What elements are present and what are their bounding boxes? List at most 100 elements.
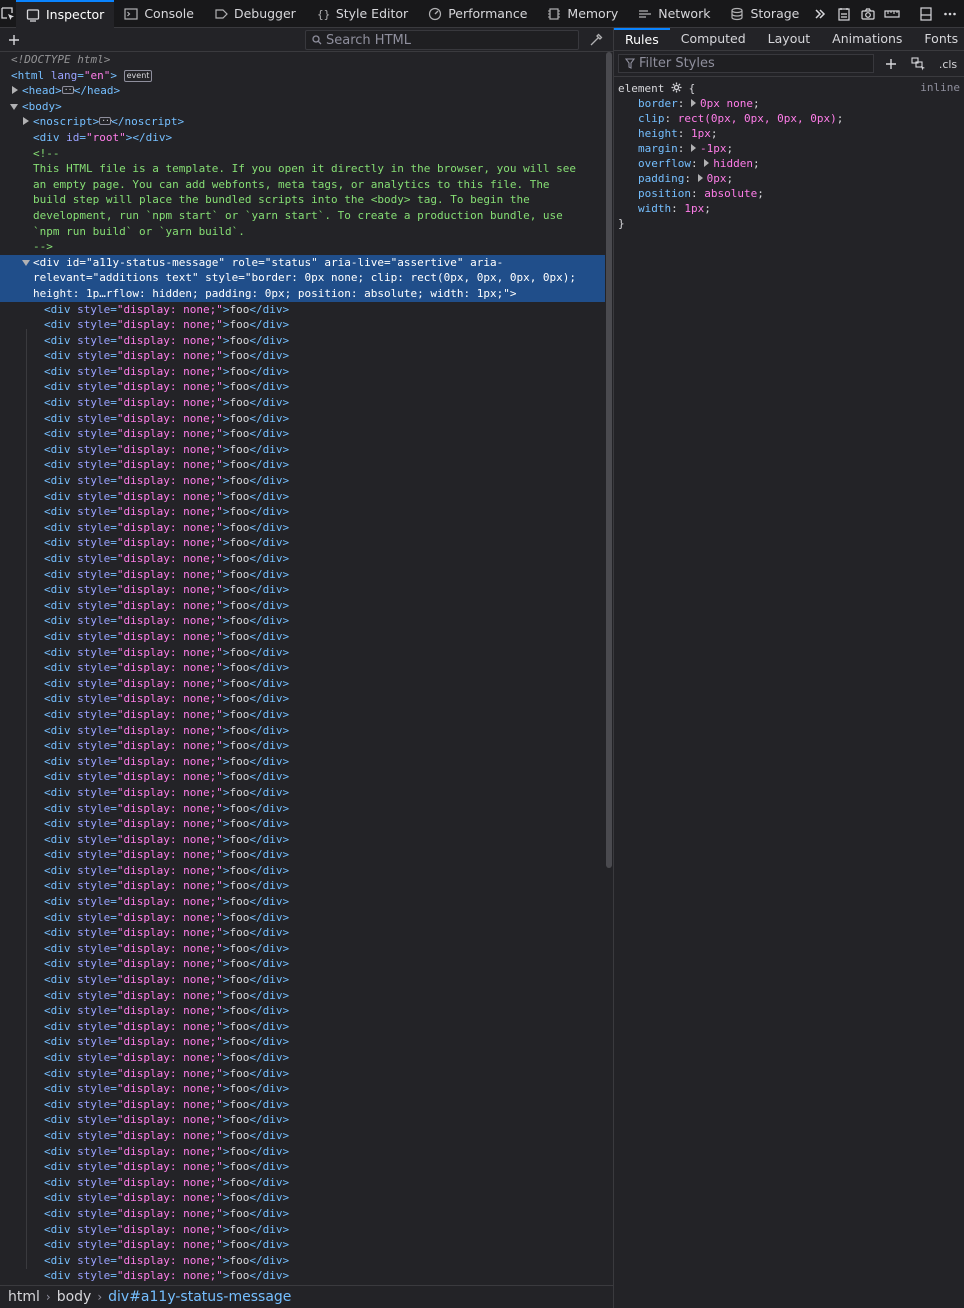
property-value[interactable]: 0px (707, 172, 727, 185)
element-picker-button[interactable] (0, 0, 16, 28)
sidebar-tab-layout[interactable]: Layout (757, 28, 822, 50)
add-rule-button[interactable] (882, 55, 900, 73)
tab-inspector[interactable]: Inspector (16, 0, 115, 28)
child-div-node[interactable]: <div style="display: none;">foo</div> (0, 426, 605, 442)
child-div-node[interactable]: <div style="display: none;">foo</div> (0, 442, 605, 458)
child-div-node[interactable]: <div style="display: none;">foo</div> (0, 551, 605, 567)
expand-shorthand-icon[interactable] (697, 174, 703, 182)
collapse-body-icon[interactable] (10, 102, 18, 110)
toggle-classes-button[interactable]: .cls (936, 55, 960, 73)
child-div-node[interactable]: <div style="display: none;">foo</div> (0, 379, 605, 395)
eyedropper-button[interactable] (587, 32, 605, 48)
child-div-node[interactable]: <div style="display: none;">foo</div> (0, 738, 605, 754)
child-div-node[interactable]: <div style="display: none;">foo</div> (0, 878, 605, 894)
child-div-node[interactable]: <div style="display: none;">foo</div> (0, 1019, 605, 1035)
child-div-node[interactable]: <div style="display: none;">foo</div> (0, 1050, 605, 1066)
child-div-node[interactable]: <div style="display: none;">foo</div> (0, 1253, 605, 1269)
comment-open[interactable]: <!-- (0, 146, 605, 162)
property-value[interactable]: 1px (684, 202, 704, 215)
tab-console[interactable]: Console (114, 0, 204, 28)
child-div-node[interactable]: <div style="display: none;">foo</div> (0, 1222, 605, 1238)
screenshot-button[interactable] (857, 3, 879, 25)
declaration-width[interactable]: width: 1px; (618, 201, 960, 216)
child-div-node[interactable]: <div style="display: none;">foo</div> (0, 348, 605, 364)
add-node-button[interactable] (6, 32, 22, 48)
tab-storage[interactable]: Storage (720, 0, 809, 28)
declaration-overflow[interactable]: overflow: hidden; (618, 156, 960, 171)
child-div-node[interactable]: <div style="display: none;">foo</div> (0, 925, 605, 941)
declaration-margin[interactable]: margin: -1px; (618, 141, 960, 156)
filter-styles-input[interactable] (639, 56, 859, 71)
tab-performance[interactable]: Performance (418, 0, 537, 28)
child-div-node[interactable]: <div style="display: none;">foo</div> (0, 910, 605, 926)
more-tools-button[interactable] (809, 3, 831, 25)
child-div-node[interactable]: <div style="display: none;">foo</div> (0, 411, 605, 427)
toggle-pseudo-classes-button[interactable] (910, 55, 928, 73)
property-name[interactable]: width (638, 202, 671, 215)
child-div-node[interactable]: <div style="display: none;">foo</div> (0, 691, 605, 707)
event-badge[interactable]: event (123, 69, 153, 82)
child-div-node[interactable]: <div style="display: none;">foo</div> (0, 1190, 605, 1206)
property-name[interactable]: border (638, 97, 678, 110)
property-value[interactable]: rect(0px, 0px, 0px, 0px) (678, 112, 837, 125)
child-div-node[interactable]: <div style="display: none;">foo</div> (0, 473, 605, 489)
child-div-node[interactable]: <div style="display: none;">foo</div> (0, 1206, 605, 1222)
expand-shorthand-icon[interactable] (691, 99, 696, 107)
property-name[interactable]: overflow (638, 157, 691, 170)
child-div-node[interactable]: <div style="display: none;">foo</div> (0, 1112, 605, 1128)
child-div-node[interactable]: <div style="display: none;">foo</div> (0, 847, 605, 863)
head-node[interactable]: <head> </head> (0, 82, 605, 99)
breadcrumb-html[interactable]: html (8, 1289, 40, 1305)
expand-shorthand-icon[interactable] (691, 144, 696, 152)
search-html-input[interactable] (326, 32, 566, 48)
child-div-node[interactable]: <div style="display: none;">foo</div> (0, 1066, 605, 1082)
child-div-node[interactable]: <div style="display: none;">foo</div> (0, 676, 605, 692)
child-div-node[interactable]: <div style="display: none;">foo</div> (0, 863, 605, 879)
child-div-node[interactable]: <div style="display: none;">foo</div> (0, 1175, 605, 1191)
property-name[interactable]: margin (638, 142, 678, 155)
property-name[interactable]: padding (638, 172, 684, 185)
child-div-node[interactable]: <div style="display: none;">foo</div> (0, 723, 605, 739)
child-div-node[interactable]: <div style="display: none;">foo</div> (0, 567, 605, 583)
child-div-node[interactable]: <div style="display: none;">foo</div> (0, 364, 605, 380)
child-div-node[interactable]: <div style="display: none;">foo</div> (0, 894, 605, 910)
collapse-selected-icon[interactable] (22, 258, 30, 266)
child-div-node[interactable]: <div style="display: none;">foo</div> (0, 754, 605, 770)
notes-button[interactable] (833, 3, 855, 25)
sidebar-tab-rules[interactable]: Rules (614, 28, 670, 50)
doctype-node[interactable]: <!DOCTYPE html> (0, 52, 605, 68)
child-div-node[interactable]: <div style="display: none;">foo</div> (0, 769, 605, 785)
sidebar-tab-fonts[interactable]: Fonts (913, 28, 964, 50)
child-div-node[interactable]: <div style="display: none;">foo</div> (0, 988, 605, 1004)
tab-network[interactable]: Network (628, 0, 720, 28)
child-div-node[interactable]: <div style="display: none;">foo</div> (0, 1128, 605, 1144)
child-div-node[interactable]: <div style="display: none;">foo</div> (0, 1144, 605, 1160)
child-div-node[interactable]: <div style="display: none;">foo</div> (0, 1003, 605, 1019)
tab-debugger[interactable]: Debugger (204, 0, 306, 28)
child-div-node[interactable]: <div style="display: none;">foo</div> (0, 333, 605, 349)
declaration-padding[interactable]: padding: 0px; (618, 171, 960, 186)
child-div-node[interactable]: <div style="display: none;">foo</div> (0, 613, 605, 629)
child-div-node[interactable]: <div style="display: none;">foo</div> (0, 582, 605, 598)
sidebar-tab-animations[interactable]: Animations (821, 28, 913, 50)
overflow-menu-button[interactable] (939, 3, 961, 25)
declaration-border[interactable]: border: 0px none; (618, 96, 960, 111)
expand-noscript-icon[interactable] (22, 117, 30, 126)
child-div-node[interactable]: <div style="display: none;">foo</div> (0, 629, 605, 645)
child-div-node[interactable]: <div style="display: none;">foo</div> (0, 1237, 605, 1253)
html-node[interactable]: <html lang="en"> event (0, 68, 605, 84)
declaration-height[interactable]: height: 1px; (618, 126, 960, 141)
child-div-node[interactable]: <div style="display: none;">foo</div> (0, 1159, 605, 1175)
child-div-node[interactable]: <div style="display: none;">foo</div> (0, 816, 605, 832)
noscript-node[interactable]: <noscript> </noscript> (0, 113, 605, 130)
child-div-node[interactable]: <div style="display: none;">foo</div> (0, 941, 605, 957)
tab-memory[interactable]: Memory (537, 0, 628, 28)
dock-button[interactable] (915, 3, 937, 25)
child-div-node[interactable]: <div style="display: none;">foo</div> (0, 535, 605, 551)
measure-button[interactable] (881, 3, 903, 25)
selected-node-a11y-status-message[interactable]: <div id="a11y-status-message" role="stat… (0, 254, 605, 302)
property-value[interactable]: -1px (700, 142, 727, 155)
property-name[interactable]: position (638, 187, 691, 200)
child-div-node[interactable]: <div style="display: none;">foo</div> (0, 660, 605, 676)
root-div-node[interactable]: <div id="root"></div> (0, 130, 605, 146)
